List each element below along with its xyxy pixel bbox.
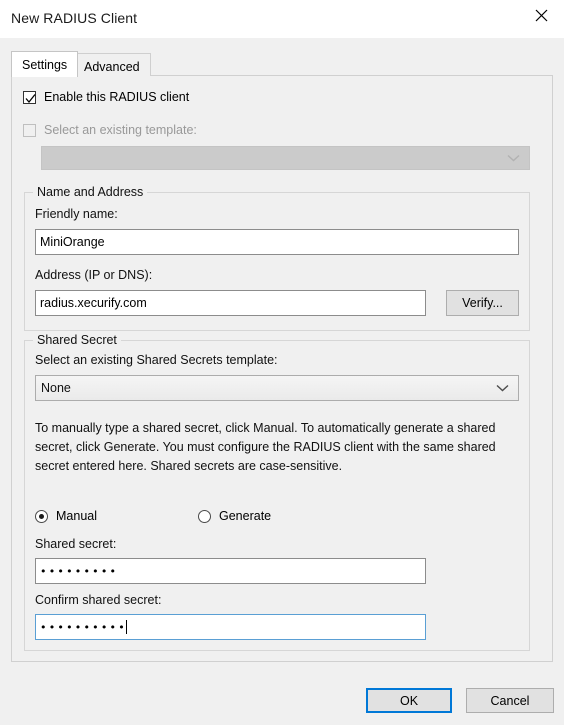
confirm-shared-secret-input[interactable]: •••••••••• xyxy=(35,614,426,640)
enable-radius-client-row[interactable]: Enable this RADIUS client xyxy=(23,90,189,104)
name-and-address-title: Name and Address xyxy=(33,185,148,199)
tab-settings[interactable]: Settings xyxy=(11,51,79,77)
address-input[interactable]: radius.xecurify.com xyxy=(35,290,426,316)
confirm-shared-secret-value: •••••••••• xyxy=(40,620,127,634)
shared-secret-title: Shared Secret xyxy=(33,333,121,347)
enable-radius-client-checkbox[interactable] xyxy=(23,90,36,104)
shared-secret-value: ••••••••• xyxy=(40,564,119,578)
shared-secrets-template-label: Select an existing Shared Secrets templa… xyxy=(35,353,278,367)
generate-radio-row[interactable]: Generate xyxy=(198,509,271,523)
close-icon[interactable] xyxy=(518,0,564,31)
settings-tab-panel: Enable this RADIUS client Select an exis… xyxy=(11,75,553,662)
shared-secret-input[interactable]: ••••••••• xyxy=(35,558,426,584)
confirm-shared-secret-label: Confirm shared secret: xyxy=(35,593,162,607)
ok-button[interactable]: OK xyxy=(366,688,452,713)
new-radius-client-dialog: New RADIUS Client Settings Advanced Enab… xyxy=(0,0,564,725)
shared-secrets-template-value: None xyxy=(41,381,71,395)
check-icon xyxy=(25,93,36,103)
chevron-down-icon xyxy=(507,154,520,163)
close-glyph xyxy=(535,9,547,22)
generate-radio-label: Generate xyxy=(219,509,272,523)
ok-button-label: OK xyxy=(399,693,419,708)
friendly-name-value: MiniOrange xyxy=(40,235,105,249)
manual-radio-label: Manual xyxy=(56,509,97,523)
cancel-button-label: Cancel xyxy=(490,693,530,708)
select-template-row: Select an existing template: xyxy=(23,123,197,137)
window-title: New RADIUS Client xyxy=(11,10,138,26)
verify-button-label: Verify... xyxy=(462,296,503,310)
tab-strip: Settings Advanced xyxy=(11,51,553,77)
name-and-address-group: Name and Address Friendly name: MiniOran… xyxy=(24,185,530,331)
select-template-label: Select an existing template: xyxy=(44,123,197,137)
chevron-down-icon xyxy=(496,384,509,393)
address-label: Address (IP or DNS): xyxy=(35,268,153,282)
shared-secret-label: Shared secret: xyxy=(35,537,117,551)
address-value: radius.xecurify.com xyxy=(40,296,147,310)
tab-advanced-label: Advanced xyxy=(84,60,140,74)
shared-secret-help-text: To manually type a shared secret, click … xyxy=(35,421,496,473)
shared-secret-group: Shared Secret Select an existing Shared … xyxy=(24,333,530,651)
shared-secrets-template-combobox[interactable]: None xyxy=(35,375,519,401)
friendly-name-label: Friendly name: xyxy=(35,207,118,221)
verify-button[interactable]: Verify... xyxy=(446,290,519,316)
text-caret xyxy=(125,620,127,634)
manual-radio[interactable] xyxy=(35,509,48,523)
tab-settings-label: Settings xyxy=(22,58,68,72)
select-template-checkbox xyxy=(23,123,36,137)
generate-radio[interactable] xyxy=(198,509,211,523)
template-combobox xyxy=(41,146,530,170)
manual-radio-row[interactable]: Manual xyxy=(35,509,97,523)
cancel-button[interactable]: Cancel xyxy=(466,688,554,713)
enable-radius-client-label: Enable this RADIUS client xyxy=(44,90,190,104)
friendly-name-input[interactable]: MiniOrange xyxy=(35,229,519,255)
tab-advanced[interactable]: Advanced xyxy=(73,53,151,76)
title-bar: New RADIUS Client xyxy=(0,0,564,38)
radio-dot xyxy=(39,513,44,519)
